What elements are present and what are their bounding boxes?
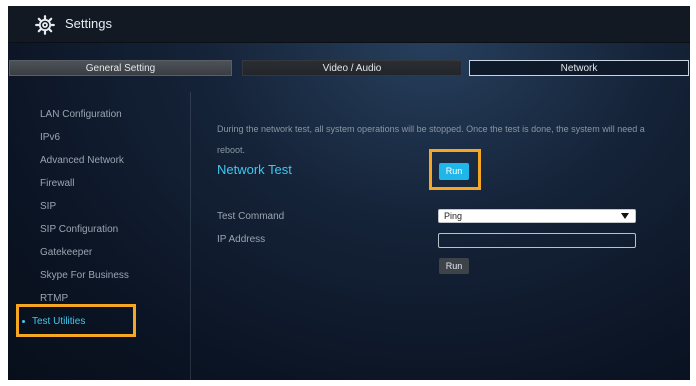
title-bar: Settings <box>8 6 690 43</box>
network-test-label: Network Test <box>217 162 292 177</box>
sidebar-item-sip[interactable]: SIP <box>40 201 56 212</box>
network-test-description: During the network test, all system oper… <box>217 124 645 155</box>
sidebar-item-test-utilities[interactable]: Test Utilities <box>22 316 85 327</box>
tab-general-setting[interactable]: General Setting <box>9 60 232 76</box>
dropdown-arrow-icon <box>621 213 629 219</box>
sidebar-item-advanced-network[interactable]: Advanced Network <box>40 155 124 166</box>
settings-window: Settings General Setting Video / Audio N… <box>8 6 690 380</box>
run-command-button[interactable]: Run <box>439 258 469 274</box>
gear-icon <box>35 15 55 35</box>
test-command-value: Ping <box>444 211 463 221</box>
ip-address-input[interactable] <box>438 233 636 248</box>
tab-video-audio[interactable]: Video / Audio <box>242 60 462 76</box>
tab-network[interactable]: Network <box>469 60 689 76</box>
app-title: Settings <box>65 16 112 31</box>
run-network-test-button[interactable]: Run <box>439 163 469 180</box>
sidebar-item-ipv6[interactable]: IPv6 <box>40 132 60 143</box>
active-bullet-icon <box>22 319 25 323</box>
sidebar-item-sip-configuration[interactable]: SIP Configuration <box>40 224 118 235</box>
sidebar-item-label: Test Utilities <box>32 316 86 327</box>
sidebar-item-lan-configuration[interactable]: LAN Configuration <box>40 109 122 120</box>
sidebar-item-gatekeeper[interactable]: Gatekeeper <box>40 247 92 258</box>
sidebar-divider <box>190 92 191 380</box>
test-command-select[interactable]: Ping <box>438 209 636 223</box>
test-command-label: Test Command <box>217 211 285 222</box>
sidebar-item-rtmp[interactable]: RTMP <box>40 293 68 304</box>
ip-address-label: IP Address <box>217 234 266 245</box>
sidebar-item-firewall[interactable]: Firewall <box>40 178 74 189</box>
sidebar-item-skype-for-business[interactable]: Skype For Business <box>40 270 129 281</box>
